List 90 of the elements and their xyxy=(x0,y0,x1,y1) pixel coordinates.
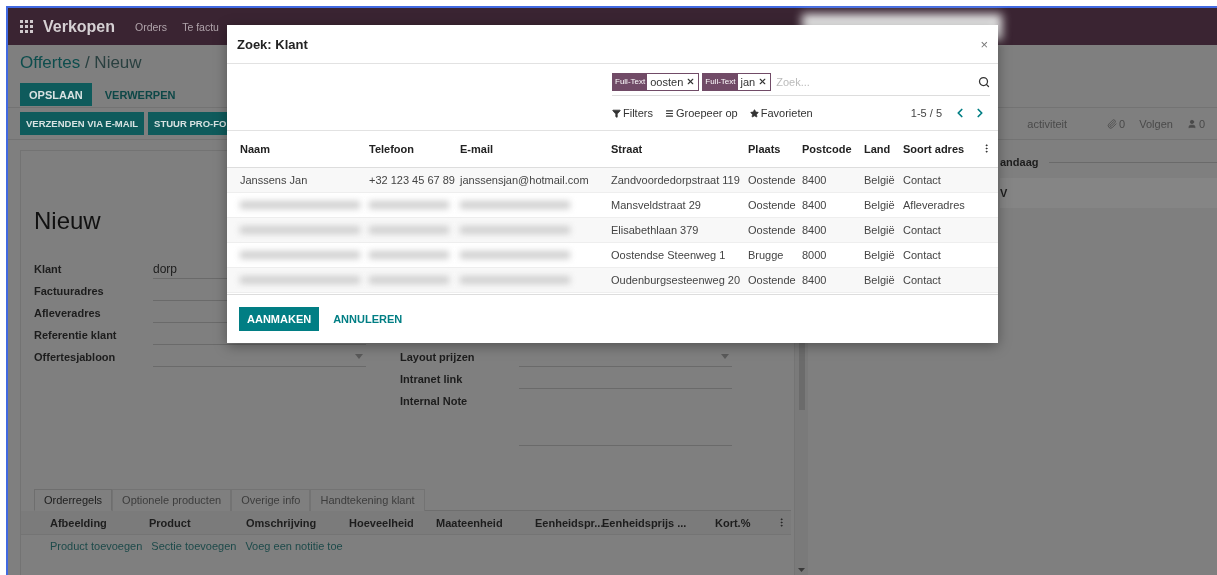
column-header[interactable]: Maateenheid xyxy=(436,516,535,529)
caret-icon[interactable] xyxy=(798,568,805,572)
cancel-button[interactable]: ANNULEREN xyxy=(325,307,411,331)
table-cell: Brugge xyxy=(748,242,802,268)
field-label: Factuuradres xyxy=(34,284,105,299)
table-cell: België xyxy=(864,242,903,268)
table-cell: België xyxy=(864,192,903,218)
table-cell: Oostende xyxy=(748,167,802,193)
column-header[interactable]: Eenheidspr... xyxy=(535,516,602,529)
table-cell: 8000 xyxy=(802,242,864,268)
date-separator: andaag xyxy=(1000,156,1039,168)
tab[interactable]: Handtekening klant xyxy=(310,489,425,511)
field-label: Afleveradres xyxy=(34,306,102,321)
table-cell: Mansveldstraat 29 xyxy=(611,192,748,218)
column-header[interactable]: Straat xyxy=(611,131,748,168)
nav-menu-item[interactable]: Te factu xyxy=(182,20,219,33)
column-header[interactable]: Postcode xyxy=(802,131,864,168)
tab[interactable]: Overige info xyxy=(231,489,311,511)
search-field[interactable]: Full-Text oosten Full-Text jan Zoek... xyxy=(612,71,990,96)
table-cell: 8400 xyxy=(802,167,864,193)
pager-value: 1-5 / 5 xyxy=(910,107,942,119)
close-button[interactable]: × xyxy=(980,36,988,52)
table-cell: janssensjan@hotmail.com xyxy=(460,167,611,193)
field-label: Intranet link xyxy=(400,372,464,387)
field-label: Offertesjabloon xyxy=(34,350,117,365)
table-cell: 8400 xyxy=(802,217,864,243)
close-icon[interactable] xyxy=(758,77,768,86)
apps-grid-icon[interactable] xyxy=(20,20,33,33)
column-header[interactable]: Land xyxy=(864,131,903,168)
table-cell: Oostende xyxy=(748,217,802,243)
dialog-title: Zoek: Klant xyxy=(237,36,308,52)
column-header[interactable]: Telefoon xyxy=(369,131,460,168)
breadcrumb-current: Nieuw xyxy=(94,53,142,72)
table-cell: 8400 xyxy=(802,192,864,218)
save-button[interactable]: OPSLAAN xyxy=(20,83,92,106)
field-label: Layout prijzen xyxy=(400,350,476,365)
paperclip-icon[interactable] xyxy=(1107,118,1118,129)
discard-button[interactable]: VERWERPEN xyxy=(95,83,185,106)
table-cell: +32 123 45 67 89 xyxy=(369,167,460,193)
nav-menu-item[interactable]: Orders xyxy=(135,20,168,33)
filter-icon[interactable] xyxy=(612,108,621,118)
search-option-button[interactable]: Groepeer op xyxy=(664,107,738,119)
record-title: Nieuw xyxy=(34,207,101,235)
tab[interactable]: Optionele producten xyxy=(112,489,232,511)
table-cell: België xyxy=(864,267,903,293)
table-cell: 8400 xyxy=(802,267,864,293)
table-cell: Afleveradres xyxy=(903,192,975,218)
column-header[interactable]: Hoeveelheid xyxy=(349,516,436,529)
add-line-link[interactable]: Product toevoegen xyxy=(50,540,143,552)
field-label: Internal Note xyxy=(400,394,469,409)
create-button[interactable]: AANMAKEN xyxy=(239,307,320,331)
close-icon[interactable] xyxy=(686,77,696,86)
column-header[interactable]: E-mail xyxy=(460,131,611,168)
field-label: Referentie klant xyxy=(34,328,118,343)
table-cell: België xyxy=(864,217,903,243)
table-cell: Contact xyxy=(903,267,975,293)
table-cell: Contact xyxy=(903,217,975,243)
list-icon[interactable] xyxy=(664,108,674,118)
table-cell: Janssens Jan xyxy=(227,167,369,193)
app-name[interactable]: Verkopen xyxy=(43,17,116,36)
column-header[interactable]: Omschrijving xyxy=(246,516,349,529)
field-label: Klant xyxy=(34,262,63,277)
column-header[interactable]: Plaats xyxy=(748,131,802,168)
search-option-button[interactable]: Filters xyxy=(612,107,653,119)
search-icon[interactable] xyxy=(978,75,990,88)
table-cell: Elisabethlaan 379 xyxy=(611,217,748,243)
table-cell: Contact xyxy=(903,242,975,268)
table-cell: Oostendse Steenweg 1 xyxy=(611,242,748,268)
column-header[interactable]: Naam xyxy=(227,131,369,168)
table-cell: Contact xyxy=(903,167,975,193)
search-facet[interactable]: Full-Text jan xyxy=(702,72,772,91)
column-header[interactable]: Eenheidsprijs ... xyxy=(602,516,715,529)
message-author: V xyxy=(1000,187,1008,199)
star-icon[interactable] xyxy=(749,108,759,118)
breadcrumb-separator: / xyxy=(83,53,91,72)
search-option-button[interactable]: Favorieten xyxy=(749,107,813,119)
add-line-link[interactable]: Sectie toevoegen xyxy=(151,540,237,552)
table-cell: Oostende xyxy=(748,192,802,218)
column-header[interactable]: Soort adres xyxy=(903,131,975,168)
add-line-link[interactable]: Voeg een notitie toe xyxy=(245,540,343,552)
action-button[interactable]: VERZENDEN VIA E-MAIL xyxy=(20,112,145,135)
column-header[interactable]: Product xyxy=(149,516,246,529)
table-cell: Oostende xyxy=(748,267,802,293)
tab[interactable]: Orderregels xyxy=(34,489,113,511)
column-header[interactable]: Kort.% xyxy=(715,516,776,529)
column-header[interactable]: Afbeelding xyxy=(50,516,149,529)
table-cell: Oudenburgsesteenweg 20 xyxy=(611,267,748,293)
table-cell: België xyxy=(864,167,903,193)
table-cell: Zandvoordedorpstraat 119 xyxy=(611,167,748,193)
search-facet[interactable]: Full-Text oosten xyxy=(612,72,700,91)
